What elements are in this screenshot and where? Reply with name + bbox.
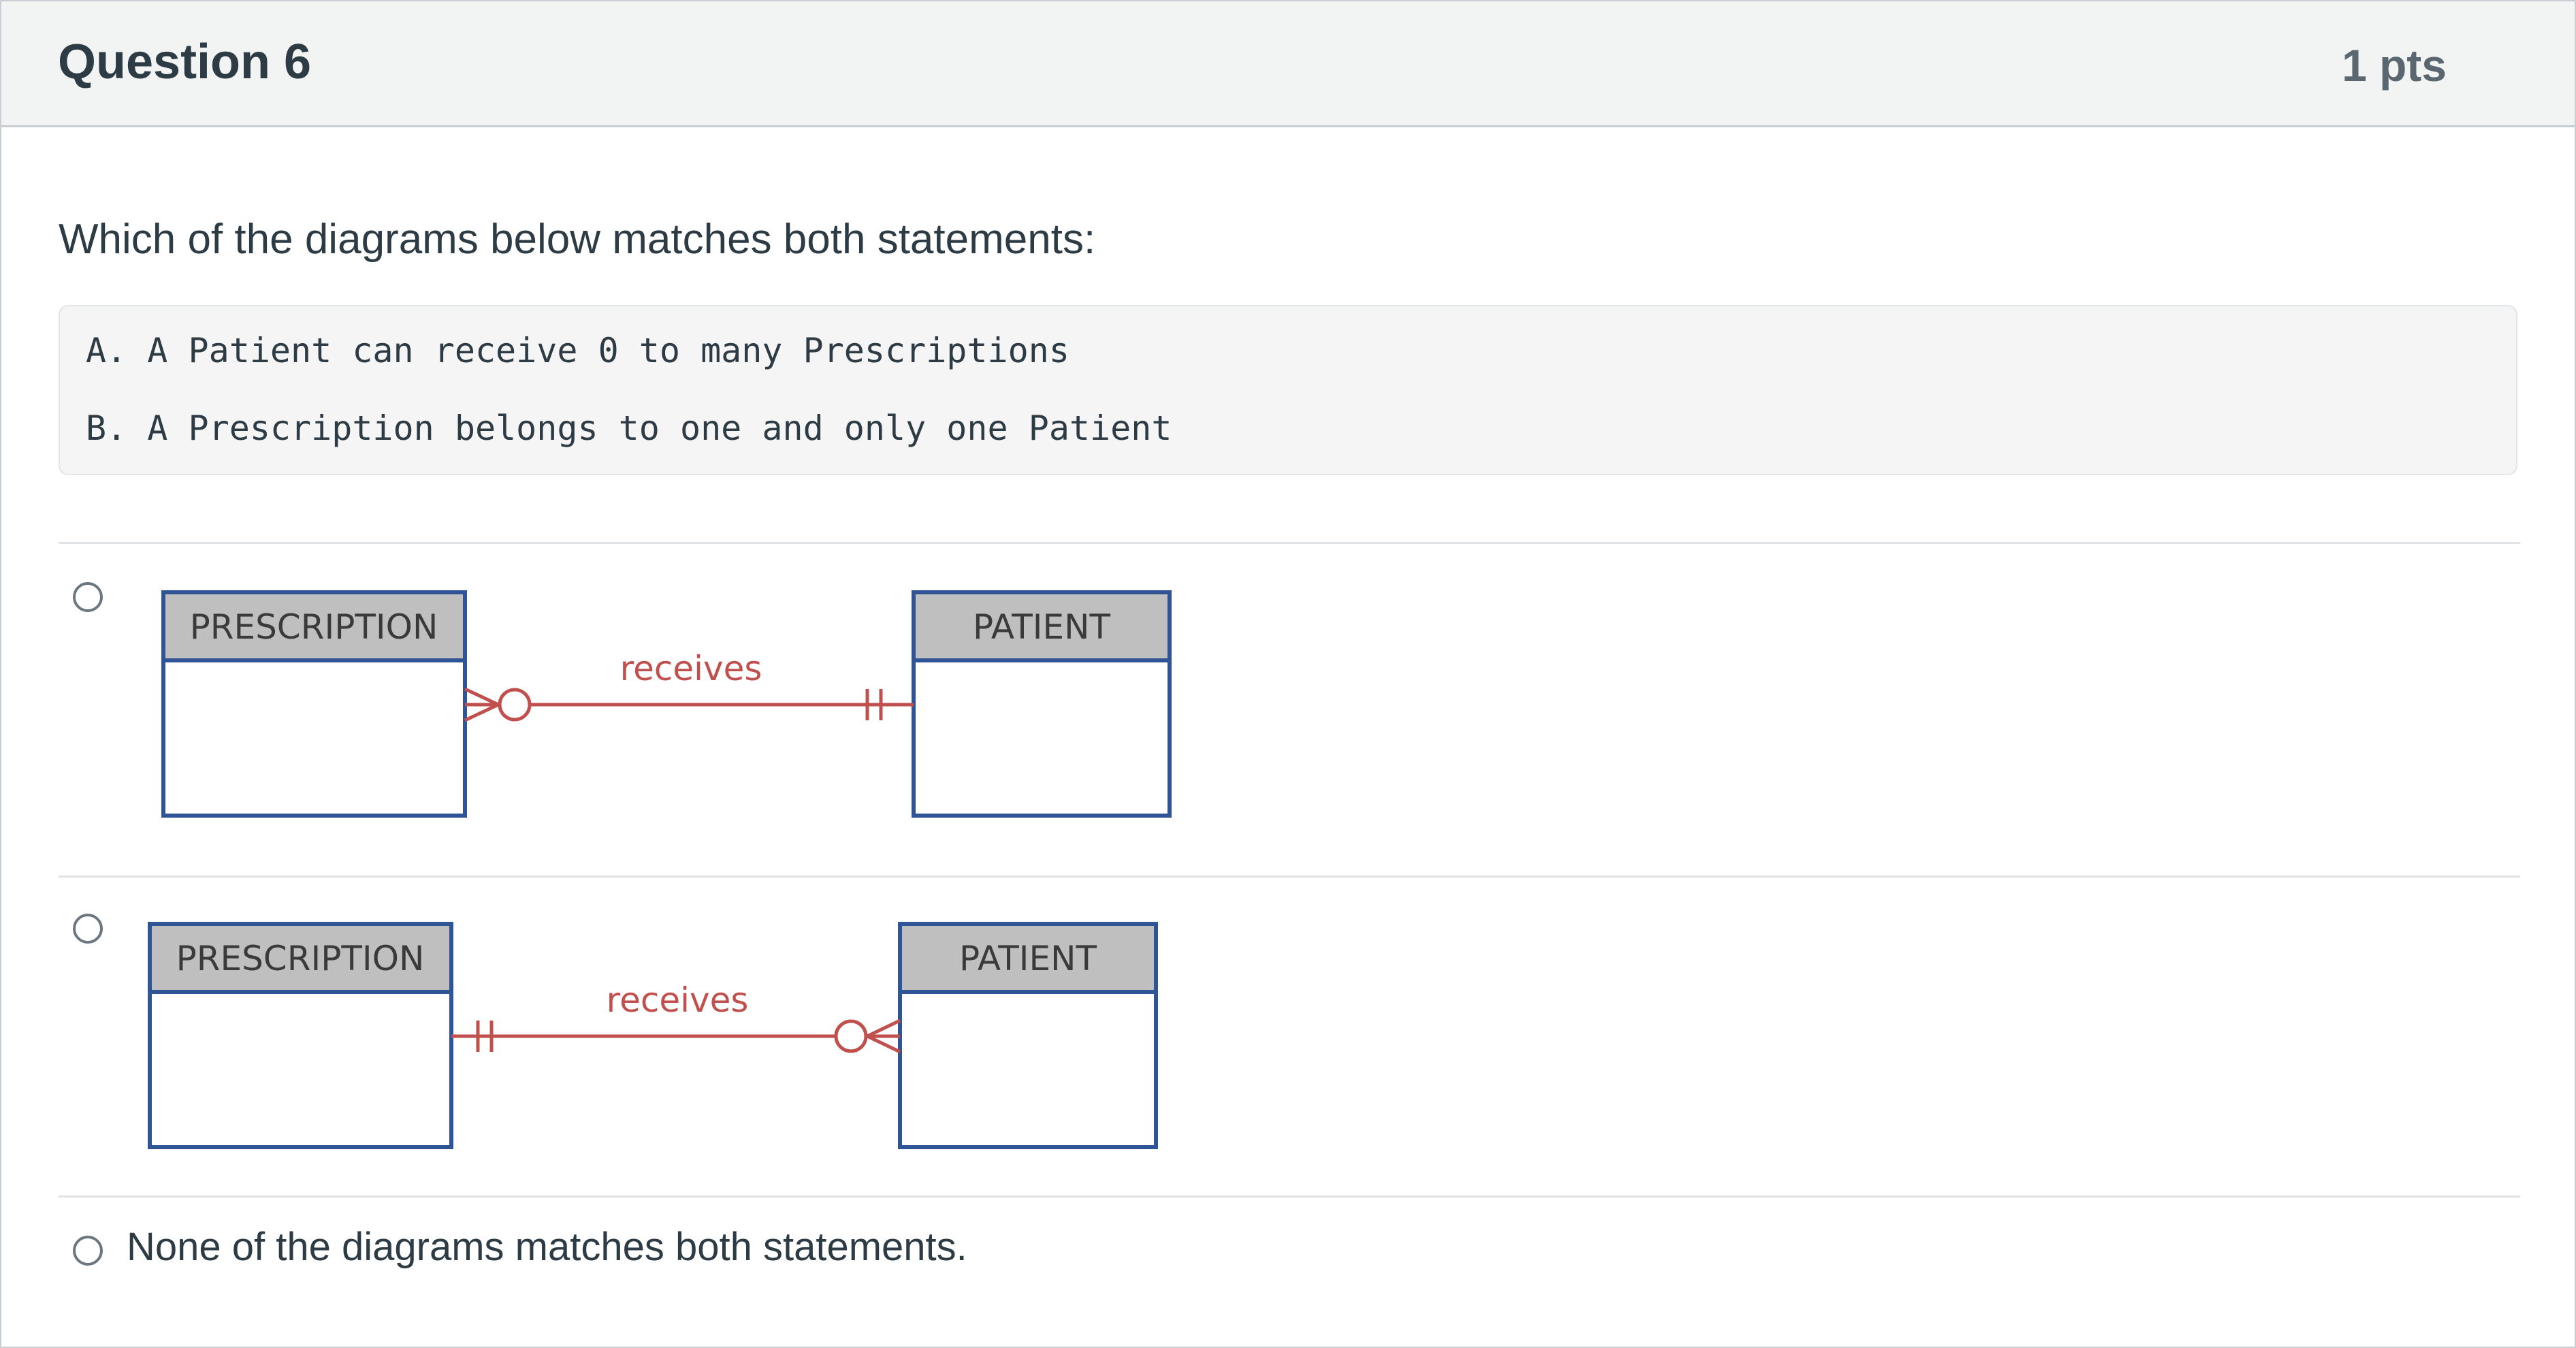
option-2-left-entity: PRESCRIPTION bbox=[148, 922, 453, 1149]
option-1-right-entity: PATIENT bbox=[912, 590, 1172, 818]
option-3-radio[interactable] bbox=[73, 1236, 103, 1266]
option-1-radio[interactable] bbox=[73, 582, 103, 612]
option-1-relationship-label: receives bbox=[620, 649, 762, 688]
question-card: Question 6 1 pts Which of the diagrams b… bbox=[0, 0, 2576, 1348]
option-1-left-entity-name: PRESCRIPTION bbox=[190, 607, 438, 647]
answer-divider bbox=[59, 542, 2520, 544]
option-1-relationship-line bbox=[464, 687, 914, 722]
option-2-left-entity-name: PRESCRIPTION bbox=[176, 939, 425, 978]
option-2-right-entity: PATIENT bbox=[898, 922, 1158, 1149]
option-2-relationship-label: receives bbox=[607, 980, 749, 1020]
option-divider-1 bbox=[59, 876, 2520, 878]
option-1-left-entity: PRESCRIPTION bbox=[161, 590, 467, 818]
option-3-label[interactable]: None of the diagrams matches both statem… bbox=[127, 1224, 967, 1270]
option-2-er-diagram[interactable]: PRESCRIPTION PATIENT receives bbox=[138, 918, 1172, 1157]
option-2-radio[interactable] bbox=[73, 914, 103, 944]
question-header: Question 6 1 pts bbox=[1, 1, 2575, 127]
statements-block: A. A Patient can receive 0 to many Presc… bbox=[59, 305, 2517, 475]
statement-b: B. A Prescription belongs to one and onl… bbox=[86, 408, 1172, 448]
option-2-right-entity-name: PATIENT bbox=[959, 939, 1097, 978]
question-prompt: Which of the diagrams below matches both… bbox=[59, 216, 1096, 263]
statement-a: A. A Patient can receive 0 to many Presc… bbox=[86, 331, 1069, 370]
option-divider-2 bbox=[59, 1195, 2520, 1198]
question-title: Question 6 bbox=[58, 35, 312, 89]
option-1-right-entity-name: PATIENT bbox=[973, 607, 1111, 647]
question-points: 1 pts bbox=[2341, 40, 2447, 91]
option-1-er-diagram[interactable]: PRESCRIPTION PATIENT receives bbox=[151, 587, 1186, 825]
option-2-relationship-line bbox=[451, 1018, 901, 1054]
